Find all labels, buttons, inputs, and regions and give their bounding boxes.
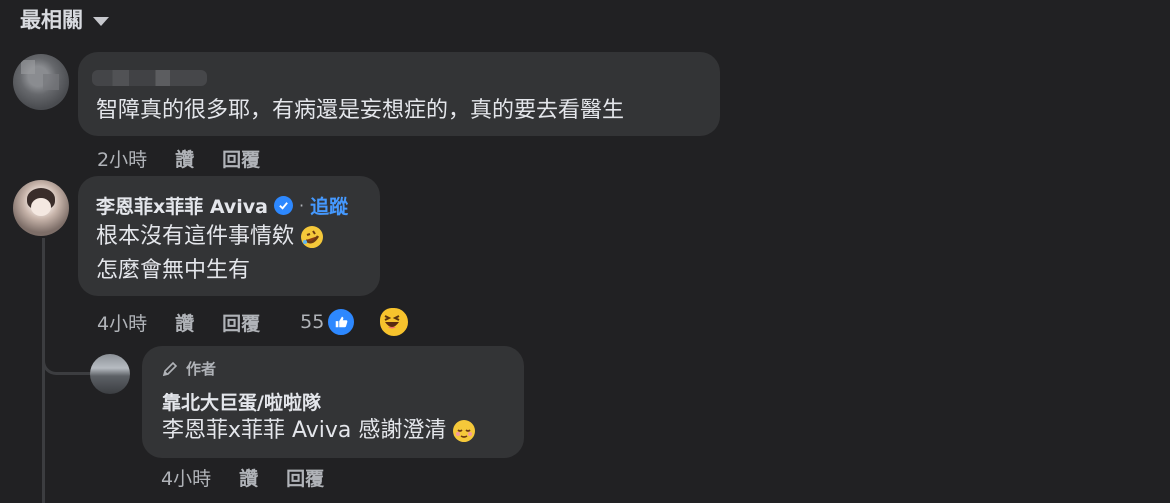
blurred-author-name[interactable] (92, 70, 207, 86)
comment-text: 智障真的很多耶，有病還是妄想症的，真的要去看醫生 (96, 98, 625, 123)
comment-text-line-2: 怎麼會無中生有 (96, 258, 251, 283)
timestamp[interactable]: 2小時 (97, 145, 147, 172)
reply-button[interactable]: 回覆 (286, 464, 324, 491)
comment-author[interactable]: 李恩菲x菲菲 Aviva (96, 192, 268, 219)
thread-line (42, 238, 45, 503)
reply-button[interactable]: 回覆 (222, 145, 260, 172)
like-button[interactable]: 讚 (175, 145, 194, 172)
reply-text: 李恩菲x菲菲 Aviva 感謝澄清 (162, 418, 447, 443)
follow-button[interactable]: 追蹤 (310, 192, 348, 219)
timestamp[interactable]: 4小時 (97, 309, 147, 336)
author-badge-label: 作者 (186, 360, 217, 378)
reply-button[interactable]: 回覆 (222, 309, 260, 336)
reactions-summary[interactable]: 55 (300, 306, 438, 338)
thread-elbow (42, 330, 95, 375)
like-button[interactable]: 讚 (175, 309, 194, 336)
rolling-laugh-emoji (301, 226, 324, 248)
comment-text-line: 根本沒有這件事情欸 (96, 220, 324, 254)
sort-selector[interactable]: 最相關 (20, 4, 109, 34)
relieved-face-emoji (453, 420, 476, 442)
timestamp[interactable]: 4小時 (161, 464, 211, 491)
haha-reaction-icon (378, 306, 411, 338)
verified-badge-icon (274, 196, 294, 215)
chevron-down-icon (93, 16, 109, 26)
avatar[interactable] (13, 180, 69, 236)
like-reaction-icon (326, 307, 357, 337)
avatar[interactable] (90, 354, 130, 394)
pencil-icon (162, 361, 178, 376)
sort-label: 最相關 (20, 8, 83, 32)
separator-dot: · (299, 196, 305, 215)
avatar[interactable] (13, 54, 69, 110)
reply-author[interactable]: 靠北大巨蛋/啦啦隊 (162, 388, 321, 415)
comment-text-line-1: 根本沒有這件事情欸 (96, 224, 295, 249)
like-button[interactable]: 讚 (239, 464, 258, 491)
reaction-count: 55 (300, 311, 325, 333)
author-badge: 作者 (162, 358, 216, 379)
